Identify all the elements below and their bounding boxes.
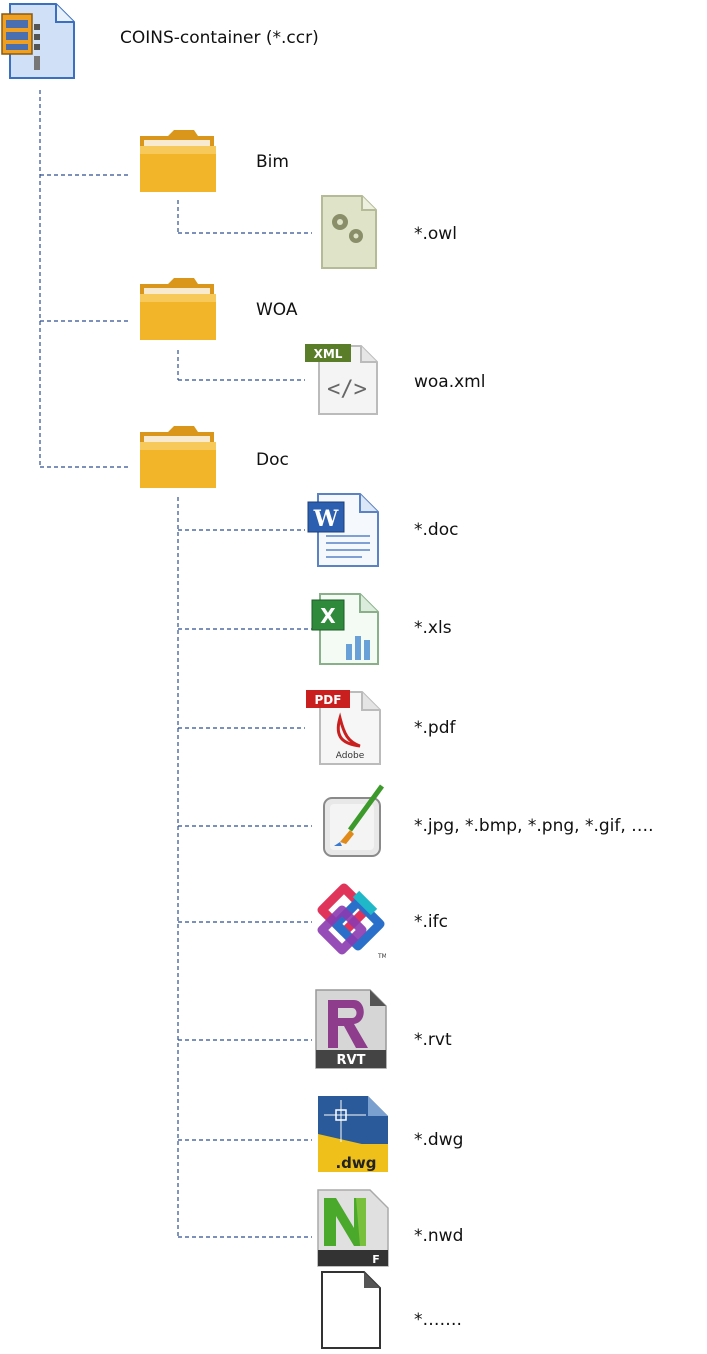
folder-label-doc: Doc (256, 450, 289, 470)
revit-rvt-icon: RVT (314, 988, 388, 1070)
file-label-dwg: *.dwg (414, 1130, 464, 1150)
coins-container-tree: COINS-container (*.ccr) Bim *.owl WOA XM… (0, 0, 707, 1352)
svg-text:W: W (313, 506, 339, 532)
xml-file-icon: XML </> (303, 342, 383, 416)
autocad-dwg-icon: .dwg (316, 1094, 390, 1174)
file-label-rvt: *.rvt (414, 1030, 452, 1050)
file-label-ifc: *.ifc (414, 912, 448, 932)
image-paint-icon (320, 784, 390, 860)
folder-label-bim: Bim (256, 152, 289, 172)
file-label-doc: *.doc (414, 520, 459, 540)
root-label: COINS-container (*.ccr) (120, 28, 319, 48)
excel-xls-icon: X (310, 590, 384, 668)
folder-icon (138, 276, 218, 342)
svg-text:TM: TM (377, 953, 386, 960)
file-label-xls: *.xls (414, 618, 452, 638)
pdf-file-icon: PDF Adobe (304, 688, 384, 766)
file-label-owl: *.owl (414, 224, 457, 244)
svg-text:RVT: RVT (337, 1053, 366, 1068)
svg-text:F: F (372, 1253, 380, 1266)
file-label-pdf: *.pdf (414, 718, 456, 738)
zip-archive-icon (0, 0, 80, 80)
file-label-image: *.jpg, *.bmp, *.png, *.gif, …. (414, 816, 654, 836)
gears-file-icon (318, 192, 380, 272)
svg-text:</>: </> (327, 377, 367, 402)
ifc-logo-icon: TM (314, 880, 387, 962)
svg-text:XML: XML (314, 347, 343, 361)
folder-label-woa: WOA (256, 300, 298, 320)
word-doc-icon: W (306, 490, 384, 570)
folder-icon (138, 128, 218, 194)
folder-icon (138, 424, 218, 490)
svg-text:PDF: PDF (315, 693, 342, 707)
file-label-woa-xml: woa.xml (414, 372, 486, 392)
blank-file-icon (318, 1270, 384, 1350)
file-label-other: *……. (414, 1310, 462, 1330)
svg-text:X: X (320, 604, 336, 628)
svg-text:Adobe: Adobe (336, 751, 365, 761)
file-label-nwd: *.nwd (414, 1226, 464, 1246)
navisworks-nwd-icon: F (316, 1188, 390, 1268)
svg-text:.dwg: .dwg (335, 1154, 376, 1172)
